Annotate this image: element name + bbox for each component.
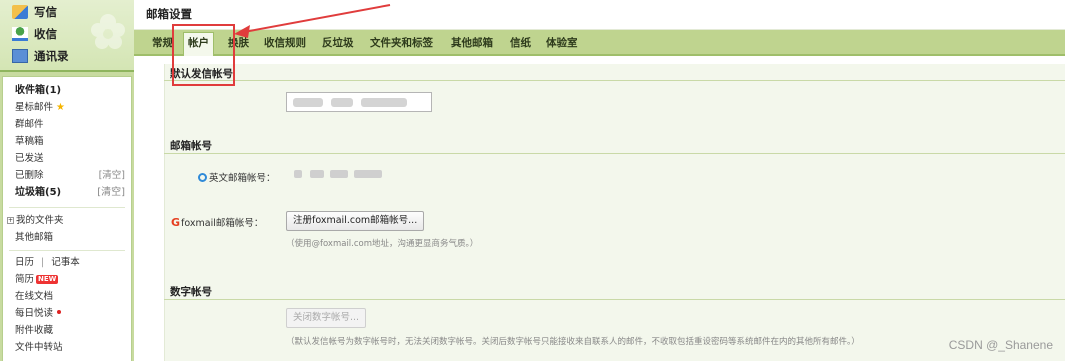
tool-docs[interactable]: 在线文档 bbox=[15, 289, 125, 305]
tool-file-transfer[interactable]: 文件中转站 bbox=[15, 340, 125, 356]
settings-main: 邮箱设置 常规 帐户 换肤 收信规则 反垃圾 文件夹和标签 其他邮箱 信纸 体验… bbox=[134, 0, 1065, 361]
write-label: 写信 bbox=[34, 5, 57, 19]
resume-label: 简历 bbox=[15, 274, 35, 285]
tool-daily-reading[interactable]: 每日悦读 bbox=[15, 306, 125, 322]
my-folders-label: 我的文件夹 bbox=[16, 215, 64, 226]
file-transfer-label: 文件中转站 bbox=[15, 342, 63, 353]
folder-other-mailbox[interactable]: 其他邮箱 bbox=[15, 230, 125, 246]
pencil-icon bbox=[12, 5, 28, 19]
docs-label: 在线文档 bbox=[15, 291, 54, 302]
contacts-button[interactable]: 通讯录 bbox=[12, 48, 69, 64]
tool-resume[interactable]: 简历 NEW bbox=[15, 272, 125, 288]
inbox-icon bbox=[12, 27, 28, 41]
calendar-link[interactable]: 日历 bbox=[15, 257, 34, 268]
write-mail-button[interactable]: 写信 bbox=[12, 4, 57, 20]
folder-group[interactable]: 群邮件 bbox=[15, 117, 125, 133]
expand-icon[interactable]: + bbox=[7, 217, 14, 224]
folder-sent-label: 已发送 bbox=[15, 153, 44, 164]
folder-drafts[interactable]: 草稿箱 bbox=[15, 134, 125, 150]
folder-my-folders[interactable]: + 我的文件夹 bbox=[7, 213, 125, 229]
divider bbox=[9, 250, 125, 251]
flower-decoration bbox=[91, 14, 125, 49]
star-icon: ★ bbox=[56, 102, 66, 113]
tool-attachments[interactable]: 附件收藏 bbox=[15, 323, 125, 339]
quick-actions: 写信 收信 通讯录 bbox=[0, 0, 134, 72]
folder-inbox-label: 收件箱(1) bbox=[15, 85, 62, 96]
folder-starred[interactable]: 星标邮件 ★ bbox=[15, 100, 125, 116]
tool-divider: | bbox=[41, 257, 45, 268]
folder-group-label: 群邮件 bbox=[15, 119, 44, 130]
other-mailbox-label: 其他邮箱 bbox=[15, 232, 54, 243]
receive-label: 收信 bbox=[34, 27, 57, 41]
folder-starred-label: 星标邮件 bbox=[15, 102, 54, 113]
folder-deleted-label: 已删除 bbox=[15, 170, 44, 181]
daily-reading-label: 每日悦读 bbox=[15, 308, 54, 319]
folder-nav: 收件箱(1) 星标邮件 ★ 群邮件 草稿箱 已发送 已删除 [清空] 垃圾箱(5)… bbox=[2, 76, 132, 361]
clear-spam-link[interactable]: [清空] bbox=[97, 185, 125, 201]
folder-spam-label: 垃圾箱(5) bbox=[15, 187, 62, 198]
notebook-link[interactable]: 记事本 bbox=[51, 257, 80, 268]
left-sidebar: 写信 收信 通讯录 收件箱(1) 星标邮件 ★ 群邮件 草稿箱 已发送 已删除 [… bbox=[0, 0, 134, 361]
folder-sent[interactable]: 已发送 bbox=[15, 151, 125, 167]
divider bbox=[9, 207, 125, 208]
contacts-icon bbox=[12, 49, 28, 63]
clear-deleted-link[interactable]: [清空] bbox=[99, 168, 125, 184]
attachments-label: 附件收藏 bbox=[15, 325, 54, 336]
annotation-arrow bbox=[234, 4, 391, 38]
unread-dot-icon bbox=[57, 310, 62, 314]
contacts-label: 通讯录 bbox=[34, 49, 69, 63]
receive-mail-button[interactable]: 收信 bbox=[12, 26, 57, 42]
tools-row: 日历 | 记事本 bbox=[15, 255, 125, 271]
folder-inbox[interactable]: 收件箱(1) bbox=[15, 83, 125, 99]
watermark: CSDN @_Shanene bbox=[948, 338, 1053, 352]
folder-deleted[interactable]: 已删除 [清空] bbox=[15, 168, 125, 184]
folder-drafts-label: 草稿箱 bbox=[15, 136, 44, 147]
new-badge: NEW bbox=[36, 275, 59, 284]
folder-spam[interactable]: 垃圾箱(5) [清空] bbox=[15, 185, 125, 201]
